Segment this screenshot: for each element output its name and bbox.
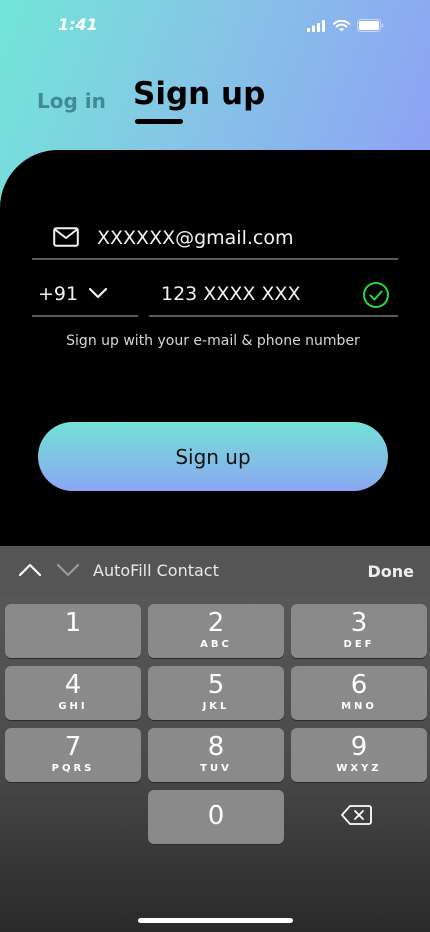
key-8[interactable]: 8 TUV (148, 728, 284, 782)
tab-signup[interactable]: Sign up (133, 76, 265, 112)
key-2[interactable]: 2 ABC (148, 604, 284, 658)
status-icons (307, 17, 384, 36)
phone-value: 123 XXXX XXX (161, 283, 301, 305)
chevron-down-icon[interactable] (56, 562, 80, 582)
country-code-value: +91 (38, 283, 79, 305)
key-1[interactable]: 1 (5, 604, 141, 658)
tab-login[interactable]: Log in (37, 89, 106, 113)
key-6[interactable]: 6 MNO (291, 666, 427, 720)
numeric-keyboard: AutoFill Contact Done 1 2 ABC 3 DEF 4 GH… (0, 546, 430, 932)
keyboard-toolbar: AutoFill Contact Done (0, 546, 430, 596)
autofill-contact-button[interactable]: AutoFill Contact (93, 561, 219, 580)
auth-tabs: Log in Sign up (0, 72, 430, 132)
phone-field[interactable]: 123 XXXX XXX (149, 276, 398, 317)
chevron-up-icon[interactable] (18, 562, 42, 582)
home-indicator[interactable] (138, 918, 293, 923)
key-4[interactable]: 4 GHI (5, 666, 141, 720)
signup-screen: 1:41 Log in Sign up XXXXXX@gmail.com +91… (0, 0, 430, 932)
form-card (0, 150, 430, 570)
mail-icon (53, 227, 79, 251)
active-tab-indicator (135, 119, 183, 124)
email-value: XXXXXX@gmail.com (97, 227, 294, 249)
email-field[interactable]: XXXXXX@gmail.com (32, 220, 398, 260)
key-0[interactable]: 0 (148, 790, 284, 844)
valid-check-icon (362, 281, 390, 313)
key-7[interactable]: 7 PQRS (5, 728, 141, 782)
wifi-icon (333, 17, 350, 36)
battery-icon (357, 17, 384, 36)
delete-icon[interactable] (340, 804, 372, 830)
signup-hint: Sign up with your e-mail & phone number (66, 333, 360, 349)
status-bar: 1:41 (0, 0, 430, 50)
key-3[interactable]: 3 DEF (291, 604, 427, 658)
key-9[interactable]: 9 WXYZ (291, 728, 427, 782)
signup-button-label: Sign up (175, 444, 251, 469)
signup-button[interactable]: Sign up (38, 422, 388, 491)
done-button[interactable]: Done (367, 562, 414, 581)
country-code-select[interactable]: +91 (32, 276, 138, 317)
cellular-signal-icon (307, 17, 326, 36)
status-time: 1:41 (58, 15, 98, 34)
key-5[interactable]: 5 JKL (148, 666, 284, 720)
chevron-down-icon (88, 285, 108, 304)
